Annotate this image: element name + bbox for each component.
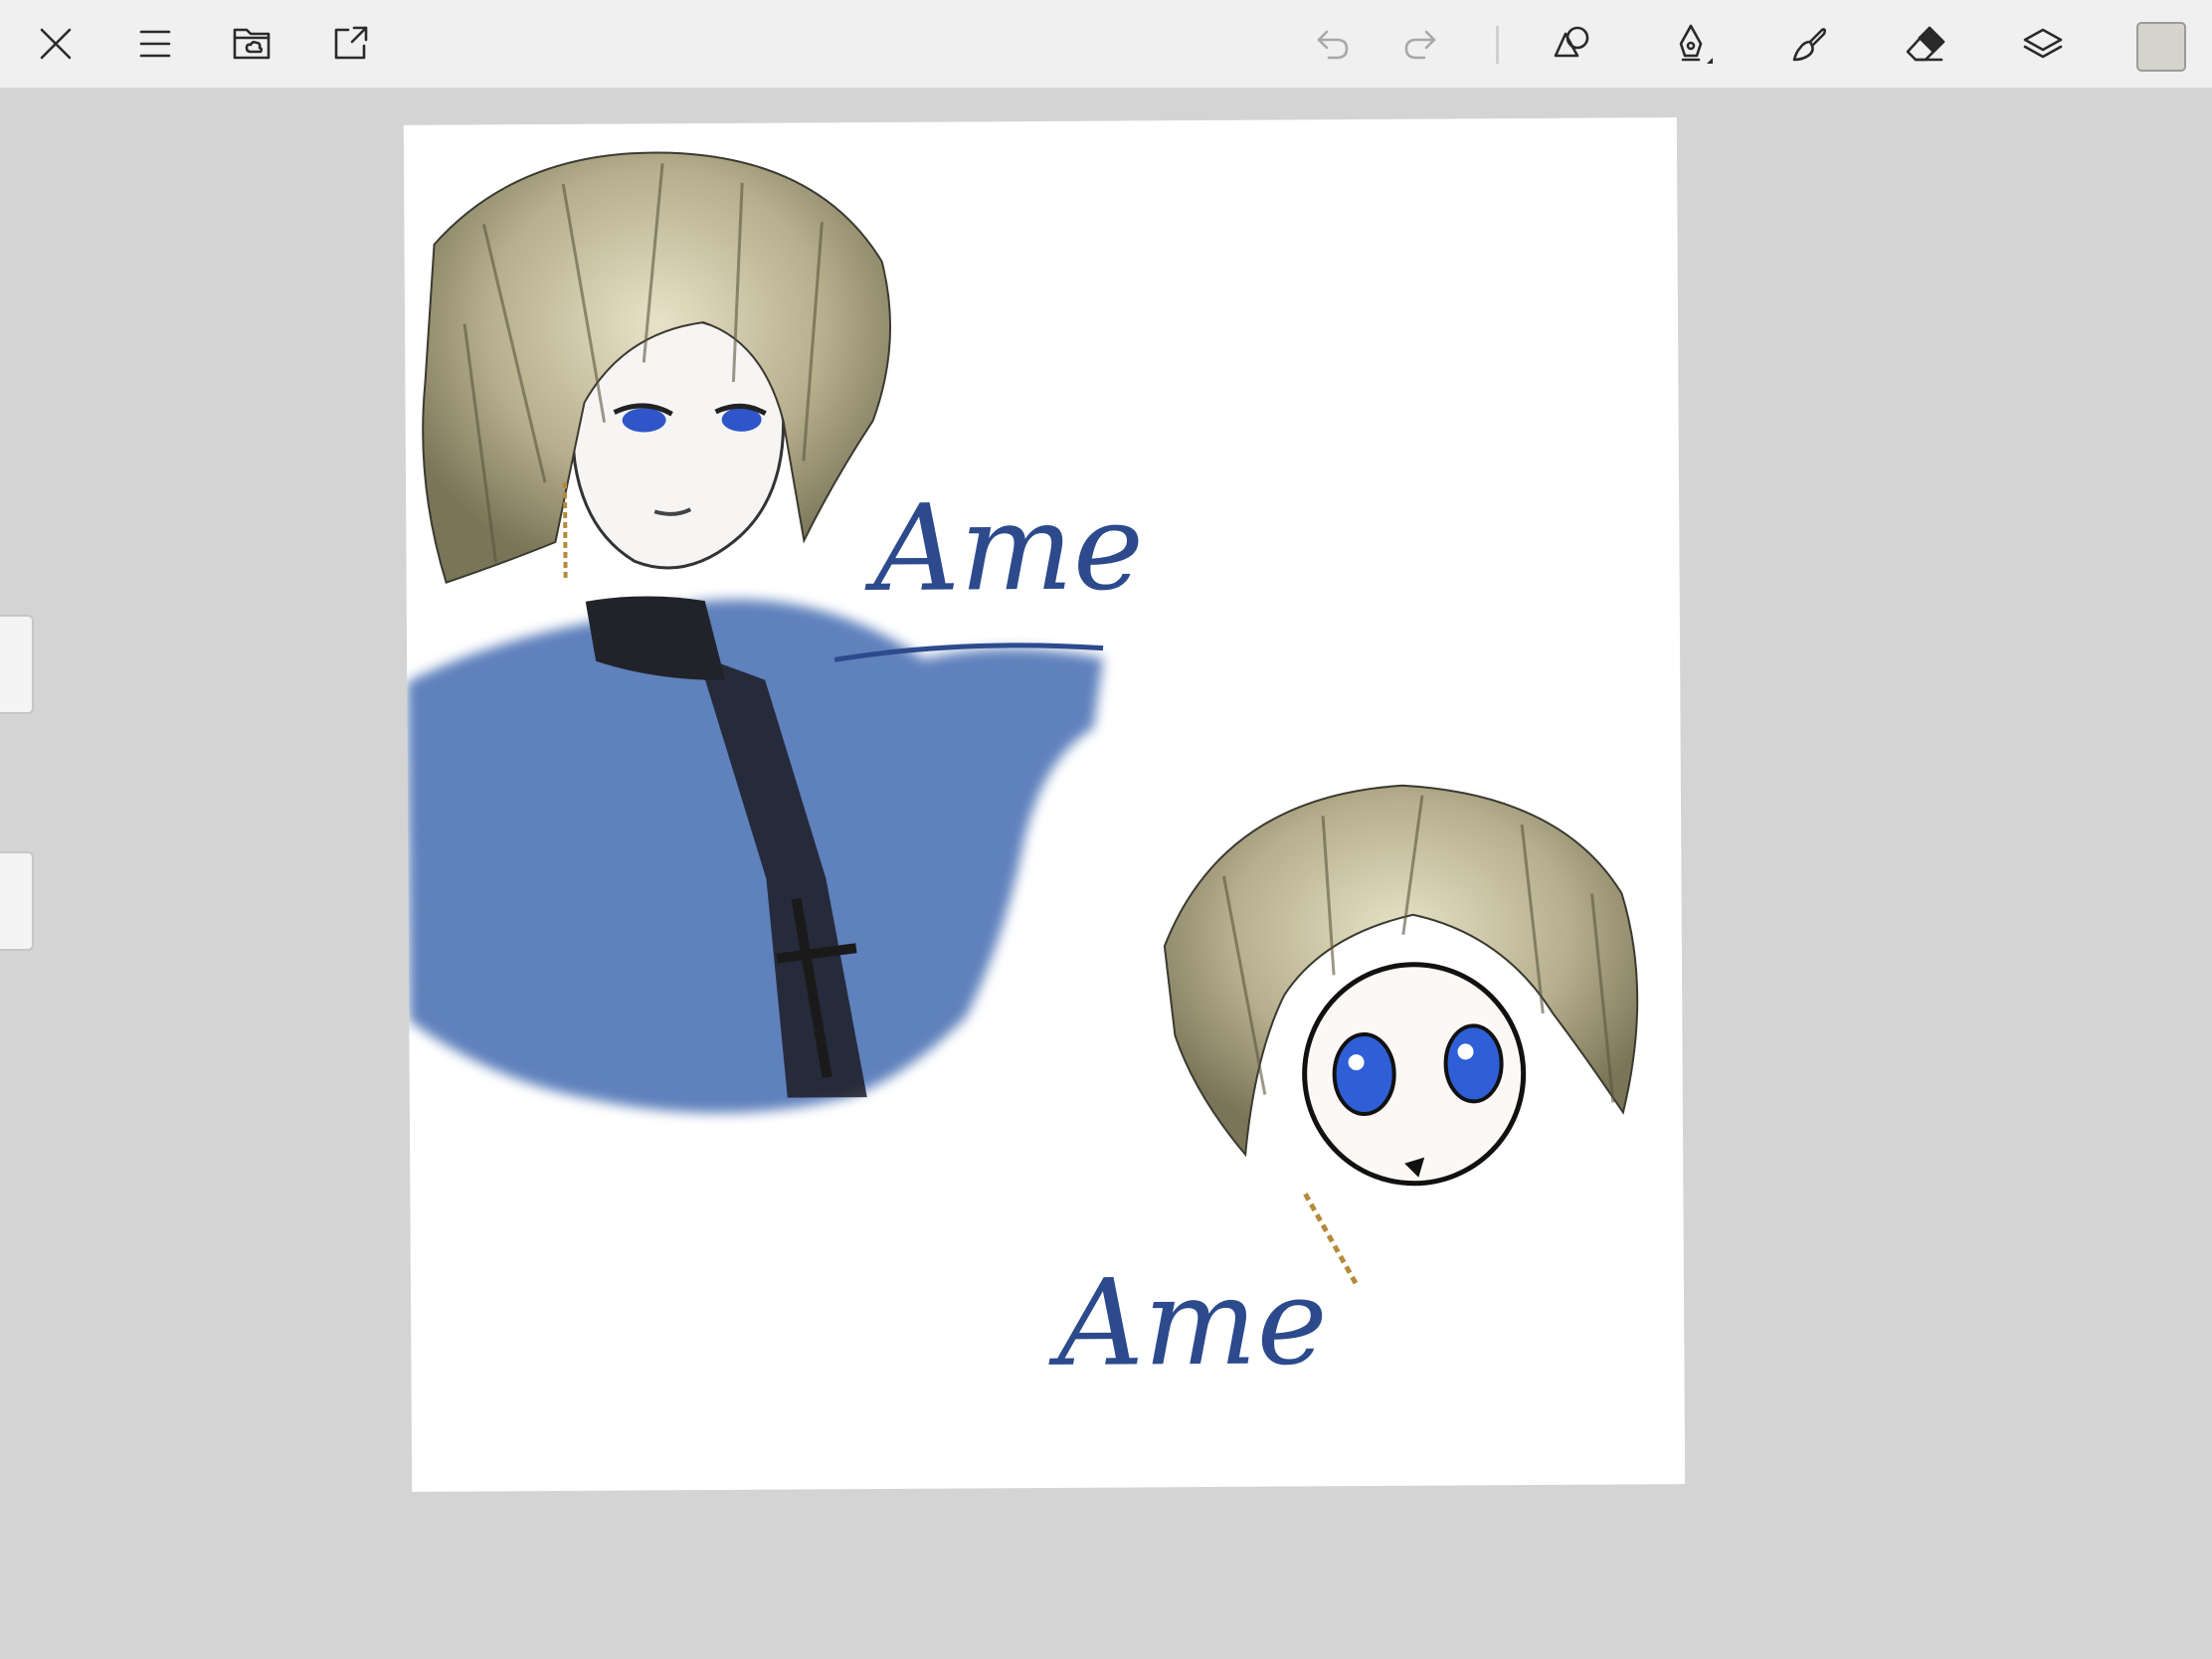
signature-1: Ame bbox=[863, 478, 1144, 619]
brush-icon bbox=[1792, 28, 1826, 62]
eraser-icon bbox=[1906, 26, 1945, 62]
share-button[interactable] bbox=[320, 14, 380, 74]
pen-button[interactable] bbox=[1661, 14, 1721, 74]
figure-large bbox=[407, 151, 1104, 1113]
signature-2: Ame bbox=[1047, 1253, 1328, 1393]
artwork: Ame Ame bbox=[407, 151, 1639, 1393]
opacity-slider-tab[interactable] bbox=[0, 851, 34, 951]
redo-button[interactable] bbox=[1390, 14, 1450, 74]
drawing-canvas[interactable]: Ame Ame bbox=[403, 117, 1686, 1492]
toolbar-divider bbox=[1496, 26, 1499, 64]
layers-icon bbox=[2023, 28, 2063, 59]
pen-nib-icon bbox=[1679, 24, 1713, 64]
close-icon bbox=[40, 28, 72, 60]
gallery-folder-icon bbox=[233, 28, 271, 60]
shapes-icon bbox=[1554, 26, 1589, 58]
top-toolbar bbox=[0, 0, 2212, 89]
shapes-button[interactable] bbox=[1544, 14, 1603, 74]
redo-icon bbox=[1404, 30, 1436, 60]
share-icon bbox=[334, 26, 368, 60]
close-button[interactable] bbox=[26, 14, 86, 74]
eraser-button[interactable] bbox=[1896, 14, 1955, 74]
color-swatch-button[interactable] bbox=[2136, 22, 2186, 72]
gallery-button[interactable] bbox=[223, 14, 282, 74]
figure-chibi bbox=[1163, 784, 1639, 1285]
menu-button[interactable] bbox=[125, 14, 185, 74]
menu-icon bbox=[139, 30, 171, 58]
undo-icon bbox=[1317, 30, 1349, 60]
brush-size-slider-tab[interactable] bbox=[0, 615, 34, 714]
layers-button[interactable] bbox=[2013, 14, 2073, 74]
undo-button[interactable] bbox=[1303, 14, 1363, 74]
brush-button[interactable] bbox=[1778, 14, 1838, 74]
